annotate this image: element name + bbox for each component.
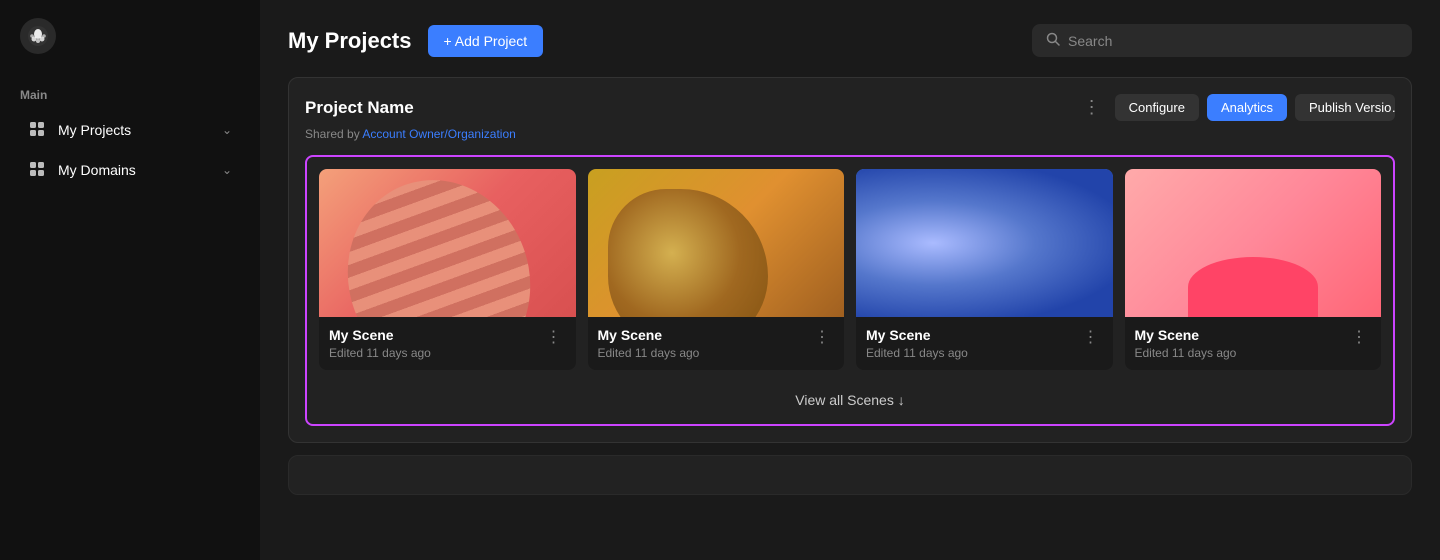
scenes-grid-wrapper: My Scene Edited 11 days ago ⋮ My Scene E…	[305, 155, 1395, 426]
sidebar-label-my-projects: My Projects	[58, 122, 212, 138]
scene-card-3[interactable]: My Scene Edited 11 days ago ⋮	[856, 169, 1113, 370]
scene-name-2: My Scene	[598, 327, 700, 343]
scene-info-4: My Scene Edited 11 days ago ⋮	[1125, 317, 1382, 370]
project-menu-button[interactable]: ⋮	[1077, 95, 1107, 120]
scene-name-4: My Scene	[1135, 327, 1237, 343]
project-name: Project Name	[305, 98, 414, 118]
page-title-row: My Projects + Add Project	[288, 25, 543, 57]
sidebar-section-main: Main	[0, 72, 260, 110]
scene-info-1: My Scene Edited 11 days ago ⋮	[319, 317, 576, 370]
view-all-row: View all Scenes ↓	[319, 382, 1381, 412]
logo-area	[0, 0, 260, 72]
sidebar-item-my-projects[interactable]: My Projects ⌄	[8, 110, 252, 150]
scene-thumbnail-2	[588, 169, 845, 317]
grid-icon-domains	[28, 160, 48, 180]
project-card: Project Name ⋮ Configure Analytics Publi…	[288, 77, 1412, 443]
configure-button[interactable]: Configure	[1115, 94, 1199, 121]
add-project-button[interactable]: + Add Project	[428, 25, 544, 57]
scene-info-3: My Scene Edited 11 days ago ⋮	[856, 317, 1113, 370]
scene-edited-1: Edited 11 days ago	[329, 346, 431, 360]
scene-menu-button-4[interactable]: ⋮	[1347, 327, 1371, 347]
chevron-down-icon-projects: ⌄	[222, 123, 232, 137]
scene-card-4[interactable]: My Scene Edited 11 days ago ⋮	[1125, 169, 1382, 370]
scene-thumbnail-4	[1125, 169, 1382, 317]
sidebar: Main My Projects ⌄ My Domains ⌄	[0, 0, 260, 560]
scene-info-2: My Scene Edited 11 days ago ⋮	[588, 317, 845, 370]
scene-text-2: My Scene Edited 11 days ago	[598, 327, 700, 360]
app-logo	[20, 18, 56, 54]
shared-by: Shared by Account Owner/Organization	[305, 127, 1395, 141]
scene-text-4: My Scene Edited 11 days ago	[1135, 327, 1237, 360]
shared-by-link[interactable]: Account Owner/Organization	[362, 127, 515, 141]
analytics-button[interactable]: Analytics	[1207, 94, 1287, 121]
scene-menu-button-1[interactable]: ⋮	[542, 327, 566, 347]
scene-name-1: My Scene	[329, 327, 431, 343]
scene-edited-3: Edited 11 days ago	[866, 346, 968, 360]
scene-text-3: My Scene Edited 11 days ago	[866, 327, 968, 360]
scene-thumbnail-1	[319, 169, 576, 317]
page-header: My Projects + Add Project	[288, 24, 1412, 57]
publish-version-button[interactable]: Publish Versio…	[1295, 94, 1395, 121]
scene-text-1: My Scene Edited 11 days ago	[329, 327, 431, 360]
scene-card-1[interactable]: My Scene Edited 11 days ago ⋮	[319, 169, 576, 370]
scene-menu-button-2[interactable]: ⋮	[810, 327, 834, 347]
project-actions: Configure Analytics Publish Versio…	[1115, 94, 1395, 121]
scenes-grid: My Scene Edited 11 days ago ⋮ My Scene E…	[319, 169, 1381, 370]
scene-name-3: My Scene	[866, 327, 968, 343]
chevron-down-icon-domains: ⌄	[222, 163, 232, 177]
search-bar	[1032, 24, 1412, 57]
project-card-header: Project Name ⋮ Configure Analytics Publi…	[305, 94, 1395, 121]
view-all-scenes-button[interactable]: View all Scenes ↓	[795, 392, 904, 408]
scene-menu-button-3[interactable]: ⋮	[1079, 327, 1103, 347]
grid-icon-projects	[28, 120, 48, 140]
sidebar-label-my-domains: My Domains	[58, 162, 212, 178]
main-content: My Projects + Add Project Project Name ⋮…	[260, 0, 1440, 560]
scene-edited-2: Edited 11 days ago	[598, 346, 700, 360]
search-input[interactable]	[1068, 33, 1398, 49]
page-title: My Projects	[288, 28, 412, 54]
scene-edited-4: Edited 11 days ago	[1135, 346, 1237, 360]
scene-card-2[interactable]: My Scene Edited 11 days ago ⋮	[588, 169, 845, 370]
sidebar-item-my-domains[interactable]: My Domains ⌄	[8, 150, 252, 190]
search-icon	[1046, 32, 1060, 49]
scene-thumbnail-3	[856, 169, 1113, 317]
second-project-stub	[288, 455, 1412, 495]
